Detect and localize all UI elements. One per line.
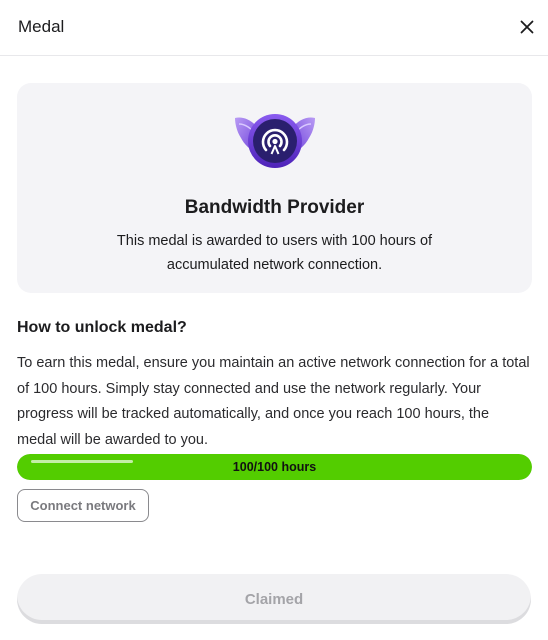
close-button[interactable] [514,14,540,40]
claimed-button[interactable]: Claimed [17,574,531,624]
dialog-header: Medal [0,0,548,56]
progress-bar: 100/100 hours [17,454,532,480]
unlock-heading: How to unlock medal? [17,319,187,336]
close-icon [520,20,534,34]
medal-card: Bandwidth Provider This medal is awarded… [17,83,532,293]
winged-signal-medal-icon [235,114,315,168]
medal-description: This medal is awarded to users with 100 … [116,233,433,273]
progress-label: 100/100 hours [232,460,317,474]
unlock-instructions: To earn this medal, ensure you maintain … [17,355,530,448]
dialog-title: Medal [18,17,65,36]
medal-name: Bandwidth Provider [184,197,365,218]
connect-network-button[interactable]: Connect network [17,489,149,522]
